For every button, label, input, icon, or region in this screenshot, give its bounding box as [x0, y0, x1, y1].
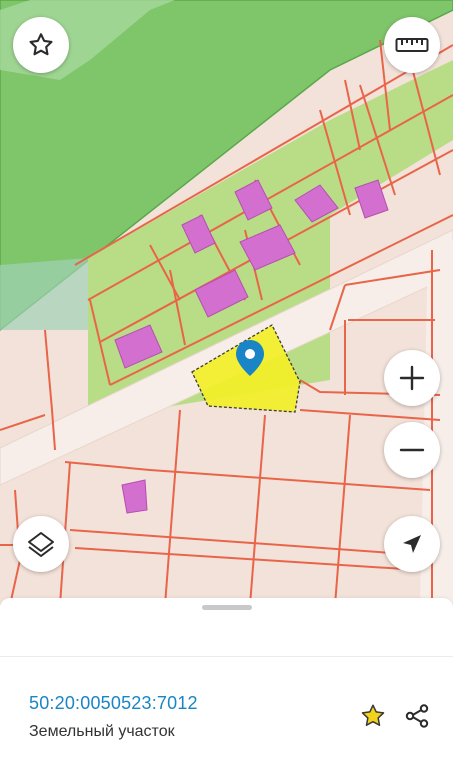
location-arrow-icon — [403, 535, 421, 553]
star-icon — [361, 704, 385, 726]
layers-icon — [28, 532, 54, 557]
map-view[interactable] — [0, 0, 453, 605]
map-canvas[interactable] — [0, 0, 453, 605]
locate-button[interactable] — [384, 516, 440, 572]
water-area — [0, 258, 88, 330]
object-info-sheet[interactable]: 50:20:0050523:7012 Земельный участок — [0, 598, 453, 767]
plus-icon — [399, 365, 425, 391]
favorite-object-button[interactable] — [358, 701, 388, 731]
object-type-label: Земельный участок — [29, 723, 175, 740]
ruler-button[interactable] — [384, 17, 440, 73]
sheet-divider — [0, 656, 453, 657]
cadastral-number[interactable]: 50:20:0050523:7012 — [29, 693, 198, 714]
map-screen: 50:20:0050523:7012 Земельный участок — [0, 0, 453, 767]
sheet-grabber[interactable] — [202, 605, 252, 610]
ruler-icon — [395, 38, 429, 52]
minus-icon — [399, 448, 425, 452]
star-outline-icon — [29, 33, 53, 56]
favorite-map-button[interactable] — [13, 17, 69, 73]
zoom-out-button[interactable] — [384, 422, 440, 478]
layers-button[interactable] — [13, 516, 69, 572]
share-icon — [405, 704, 429, 728]
zoom-in-button[interactable] — [384, 350, 440, 406]
share-button[interactable] — [402, 701, 432, 731]
